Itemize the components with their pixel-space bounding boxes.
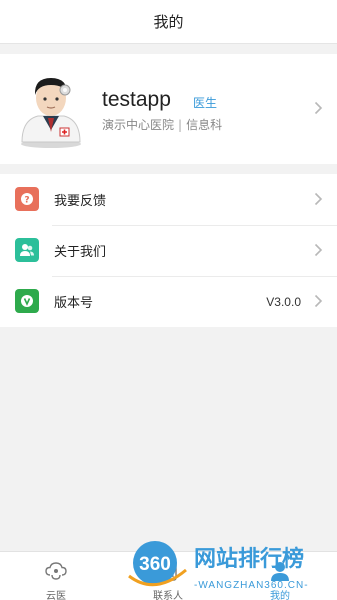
site-watermark: 360 网站排行榜 -WANGZHAN360.CN-	[128, 541, 309, 591]
chevron-right-icon	[314, 243, 323, 257]
doctor-avatar	[21, 78, 81, 148]
menu-item-version[interactable]: 版本号 V3.0.0	[0, 276, 337, 327]
menu-item-feedback[interactable]: ? 我要反馈	[0, 174, 337, 225]
top-nav-bar: 我的	[0, 0, 337, 44]
chevron-right-icon	[314, 101, 323, 115]
profile-card[interactable]: testapp 医生 演示中心医院 | 信息科	[0, 54, 337, 164]
version-value: V3.0.0	[266, 294, 301, 309]
affiliation-separator: |	[178, 118, 183, 132]
tab-cloud-doctor[interactable]: 云医	[0, 552, 112, 600]
watermark-subtitle: -WANGZHAN360.CN-	[194, 580, 309, 591]
svg-text:?: ?	[24, 196, 29, 206]
watermark-badge: 360	[139, 554, 171, 575]
hospital-name: 演示中心医院	[102, 118, 175, 132]
version-icon	[15, 289, 39, 313]
about-us-icon	[15, 238, 39, 262]
user-affiliation: 演示中心医院 | 信息科	[102, 116, 222, 133]
feedback-icon: ?	[15, 187, 39, 211]
tab-label: 云医	[46, 591, 66, 600]
cloud-doctor-icon	[45, 562, 67, 580]
page-title: 我的	[153, 13, 184, 31]
menu-item-label: 我要反馈	[54, 194, 107, 209]
menu-item-about-us[interactable]: 关于我们	[0, 225, 337, 276]
user-name: testapp	[102, 88, 171, 111]
menu-item-label: 版本号	[54, 296, 94, 311]
chevron-right-icon	[314, 192, 323, 206]
settings-menu: ? 我要反馈 关于我们 版本号 V3.0.0	[0, 174, 337, 327]
menu-item-label: 关于我们	[54, 245, 107, 260]
watermark-title: 网站排行榜	[194, 546, 304, 572]
department-name: 信息科	[186, 118, 223, 132]
chevron-right-icon	[314, 294, 323, 308]
user-role-badge: 医生	[193, 96, 218, 110]
